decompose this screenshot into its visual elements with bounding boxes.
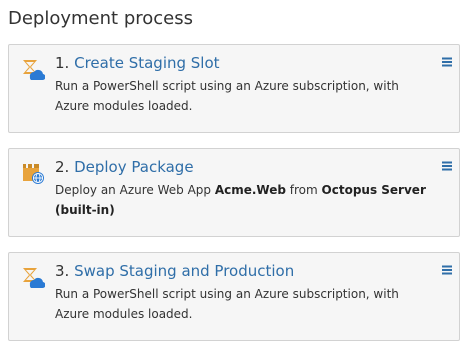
hamburger-menu-icon[interactable]: [441, 261, 453, 275]
step-title: 2. Deploy Package: [55, 157, 194, 177]
step-number: 1.: [55, 54, 70, 72]
step-name-link[interactable]: Deploy Package: [74, 158, 193, 176]
step-description: Run a PowerShell script using an Azure s…: [55, 79, 399, 113]
step-title: 3. Swap Staging and Production: [55, 261, 294, 281]
step-number: 2.: [55, 158, 70, 176]
azure-powershell-icon: [21, 57, 46, 81]
step-card-create-staging-slot[interactable]: 1. Create Staging Slot Run a PowerShell …: [8, 44, 460, 133]
page-title: Deployment process: [8, 8, 193, 29]
description-prefix: Deploy an Azure Web App: [55, 183, 215, 197]
step-card-swap-staging-production[interactable]: 3. Swap Staging and Production Run a Pow…: [8, 252, 460, 341]
step-title: 1. Create Staging Slot: [55, 53, 220, 73]
step-number: 3.: [55, 262, 70, 280]
hamburger-menu-icon[interactable]: [441, 53, 453, 67]
azure-powershell-icon: [21, 265, 46, 289]
step-name-link[interactable]: Create Staging Slot: [74, 54, 219, 72]
step-description: Run a PowerShell script using an Azure s…: [55, 287, 399, 321]
step-description: Deploy an Azure Web App Acme.Web from Oc…: [55, 180, 435, 220]
hamburger-menu-icon[interactable]: [441, 157, 453, 171]
step-name-link[interactable]: Swap Staging and Production: [74, 262, 294, 280]
package-name: Acme.Web: [214, 183, 286, 197]
description-mid: from: [285, 183, 322, 197]
step-card-deploy-package[interactable]: 2. Deploy Package Deploy an Azure Web Ap…: [8, 148, 460, 237]
azure-web-app-icon: [21, 161, 45, 185]
